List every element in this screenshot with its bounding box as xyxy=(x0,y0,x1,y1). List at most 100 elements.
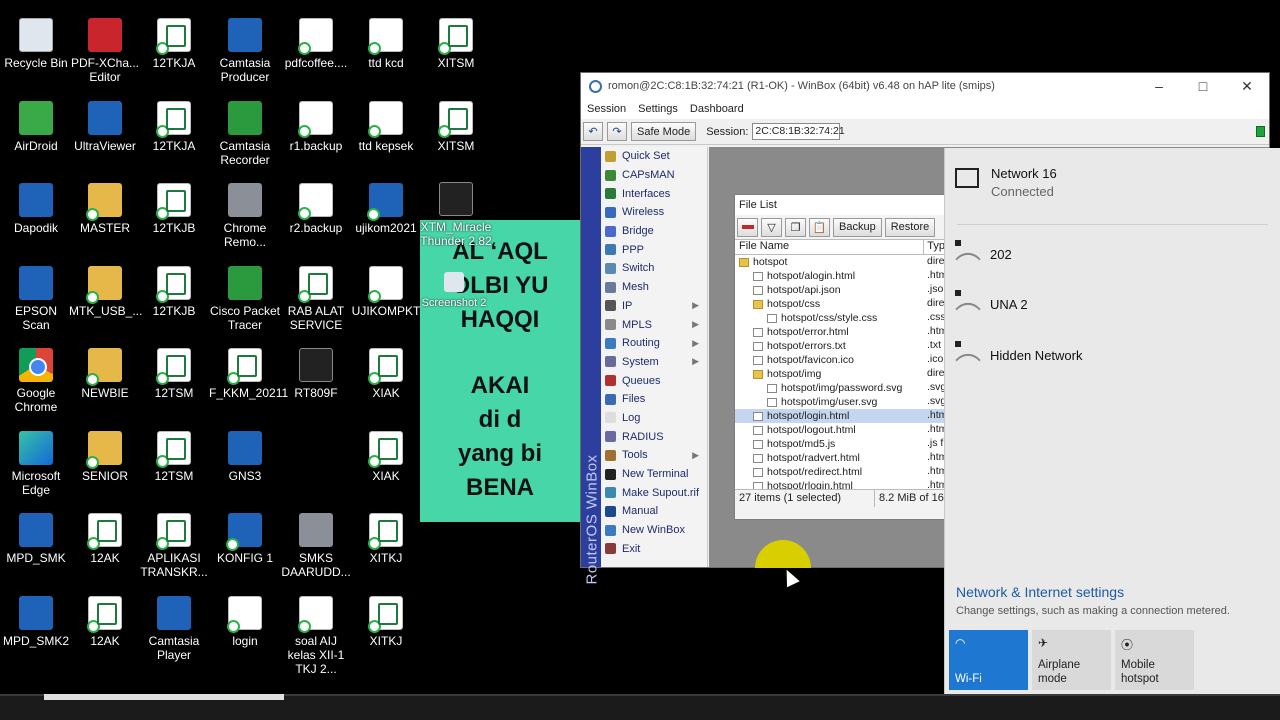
desktop-icon[interactable]: Camtasia Producer xyxy=(209,18,281,84)
desktop-icon[interactable]: NEWBIE xyxy=(69,348,141,400)
desktop-icon[interactable]: F_KKM_20211 xyxy=(209,348,288,400)
network-settings-link[interactable]: Network & Internet settings xyxy=(956,584,1124,600)
safe-mode-button[interactable]: Safe Mode xyxy=(631,122,697,141)
maximize-button[interactable]: □ xyxy=(1181,78,1225,94)
table-row[interactable]: hotspot dire xyxy=(735,255,945,269)
title-bar[interactable]: romon@2C:C8:1B:32:74:21 (R1-OK) - WinBox… xyxy=(581,73,1269,99)
desktop-icon[interactable]: Chrome Remo... xyxy=(209,183,281,249)
desktop-icon[interactable]: MPD_SMK2 xyxy=(0,596,72,648)
menu-item-wireless[interactable]: Wireless xyxy=(601,203,707,222)
table-row[interactable]: hotspot/favicon.ico .ico xyxy=(735,353,945,367)
desktop-icon[interactable]: Screenshot 2 xyxy=(418,272,490,310)
wifi-network-item[interactable]: 202 xyxy=(955,240,1012,264)
desktop-icon[interactable]: r1.backup xyxy=(280,101,352,153)
table-row[interactable]: hotspot/api.json .json xyxy=(735,283,945,297)
menu-item-log[interactable]: Log xyxy=(601,409,707,428)
column-header-type[interactable]: Typ xyxy=(924,240,945,254)
menu-settings[interactable]: Settings xyxy=(638,103,678,115)
connected-network[interactable]: Network 16 Connected xyxy=(955,166,1057,199)
backup-button[interactable]: Backup xyxy=(833,217,882,237)
menu-item-files[interactable]: Files xyxy=(601,390,707,409)
mobile-hotspot-toggle[interactable]: ⦿ Mobile hotspot xyxy=(1115,630,1194,690)
session-field[interactable]: 2C:C8:1B:32:74:21 xyxy=(752,123,845,140)
desktop-icon[interactable]: UJIKOMPKT xyxy=(350,266,422,318)
menu-item-mpls[interactable]: MPLS ▶ xyxy=(601,315,707,334)
desktop-icon[interactable]: 12TSM xyxy=(138,348,210,400)
desktop-icon[interactable]: SENIOR xyxy=(69,431,141,483)
desktop-icon[interactable]: EPSON Scan xyxy=(0,266,72,332)
desktop-icon[interactable]: Camtasia Player xyxy=(138,596,210,662)
table-row[interactable]: hotspot/img/password.svg .svg xyxy=(735,381,945,395)
desktop-icon[interactable]: ttd kcd xyxy=(350,18,422,70)
desktop-icon[interactable]: Cisco Packet Tracer xyxy=(209,266,281,332)
desktop-icon[interactable]: Google Chrome xyxy=(0,348,72,414)
table-row[interactable]: hotspot/img dire xyxy=(735,367,945,381)
airplane-mode-toggle[interactable]: ✈ Airplane mode xyxy=(1032,630,1111,690)
table-row[interactable]: hotspot/login.html .htm xyxy=(735,409,945,423)
desktop-icon[interactable]: login xyxy=(209,596,281,648)
table-row[interactable]: hotspot/rlogin.html .htm xyxy=(735,479,945,489)
filter-button[interactable]: ▽ xyxy=(761,217,782,237)
menu-item-radius[interactable]: RADIUS xyxy=(601,427,707,446)
menu-session[interactable]: Session xyxy=(587,103,626,115)
menu-item-bridge[interactable]: Bridge xyxy=(601,222,707,241)
table-row[interactable]: hotspot/radvert.html .htm xyxy=(735,451,945,465)
menu-item-make-supout-rif[interactable]: Make Supout.rif xyxy=(601,483,707,502)
undo-button[interactable]: ↶ xyxy=(583,122,603,141)
desktop-icon[interactable]: 12TKJB xyxy=(138,183,210,235)
desktop-icon[interactable]: Dapodik xyxy=(0,183,72,235)
desktop-icon[interactable]: XTM_Miracle Thunder 2.82 xyxy=(420,182,492,248)
desktop-icon[interactable]: ujikom2021 xyxy=(350,183,422,235)
menu-item-capsman[interactable]: CAPsMAN xyxy=(601,166,707,185)
desktop-icon[interactable]: GNS3 xyxy=(209,431,281,483)
desktop-icon[interactable]: r2.backup xyxy=(280,183,352,235)
minimize-button[interactable]: – xyxy=(1137,78,1181,94)
menu-item-routing[interactable]: Routing ▶ xyxy=(601,334,707,353)
wifi-network-item[interactable]: Hidden Network xyxy=(955,341,1083,365)
table-row[interactable]: hotspot/css dire xyxy=(735,297,945,311)
menu-item-quick-set[interactable]: Quick Set xyxy=(601,147,707,166)
desktop-icon[interactable]: MTK_USB_... xyxy=(69,266,142,318)
desktop-icon[interactable]: MPD_SMK xyxy=(0,513,72,565)
desktop-icon[interactable]: Microsoft Edge xyxy=(0,431,72,497)
desktop-icon[interactable]: SMKS DAARUDD... xyxy=(280,513,352,579)
desktop-icon[interactable]: 12AK xyxy=(69,513,141,565)
desktop-icon[interactable]: pdfcoffee.... xyxy=(280,18,352,70)
wifi-network-item[interactable]: UNA 2 xyxy=(955,290,1028,314)
menu-item-new-terminal[interactable]: New Terminal xyxy=(601,465,707,484)
desktop-icon[interactable]: Recycle Bin xyxy=(0,18,72,70)
desktop-icon[interactable]: 12TKJA xyxy=(138,18,210,70)
menu-item-ip[interactable]: IP ▶ xyxy=(601,297,707,316)
file-list-title[interactable]: File List xyxy=(735,195,945,215)
desktop-icon[interactable]: APLIKASI TRANSKR... xyxy=(138,513,210,579)
desktop-icon[interactable]: 12TKJA xyxy=(138,101,210,153)
desktop-icon[interactable]: XIAK xyxy=(350,348,422,400)
paste-button[interactable]: 📋 xyxy=(809,217,830,237)
desktop-icon[interactable]: XIAK xyxy=(350,431,422,483)
desktop-icon[interactable]: UltraViewer xyxy=(69,101,141,153)
desktop-icon[interactable]: 12TSM xyxy=(138,431,210,483)
table-row[interactable]: hotspot/img/user.svg .svg xyxy=(735,395,945,409)
table-row[interactable]: hotspot/css/style.css .css xyxy=(735,311,945,325)
redo-button[interactable]: ↷ xyxy=(607,122,627,141)
menu-dashboard[interactable]: Dashboard xyxy=(690,103,744,115)
desktop-icon[interactable]: KONFIG 1 xyxy=(209,513,281,565)
taskbar-search-strip[interactable] xyxy=(44,694,284,700)
table-row[interactable]: hotspot/md5.js .js fi xyxy=(735,437,945,451)
menu-item-tools[interactable]: Tools ▶ xyxy=(601,446,707,465)
remove-button[interactable] xyxy=(737,217,758,237)
desktop-icon[interactable]: 12AK xyxy=(69,596,141,648)
wifi-toggle[interactable]: ◠ Wi-Fi xyxy=(949,630,1028,690)
desktop-icon[interactable]: Camtasia Recorder xyxy=(209,101,281,167)
desktop-icon[interactable]: soal AIJ kelas XII-1 TKJ 2... xyxy=(280,596,352,676)
menu-item-switch[interactable]: Switch xyxy=(601,259,707,278)
copy-button[interactable]: ❐ xyxy=(785,217,806,237)
table-row[interactable]: hotspot/logout.html .htm xyxy=(735,423,945,437)
menu-item-new-winbox[interactable]: New WinBox xyxy=(601,521,707,540)
desktop-icon[interactable]: PDF-XCha... Editor xyxy=(69,18,141,84)
menu-item-interfaces[interactable]: Interfaces xyxy=(601,184,707,203)
desktop-icon[interactable]: MASTER xyxy=(69,183,141,235)
table-row[interactable]: hotspot/redirect.html .htm xyxy=(735,465,945,479)
menu-item-mesh[interactable]: Mesh xyxy=(601,278,707,297)
menu-item-ppp[interactable]: PPP xyxy=(601,240,707,259)
